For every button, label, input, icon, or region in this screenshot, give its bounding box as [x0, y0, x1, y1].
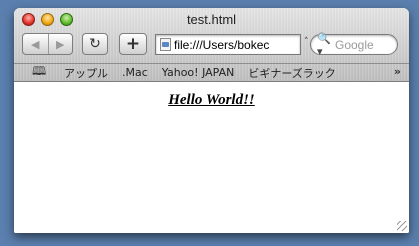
back-button[interactable]: ◀: [23, 34, 48, 54]
reload-icon: ↻: [89, 36, 101, 52]
back-arrow-icon: ◀: [31, 37, 40, 51]
resize-grip-icon[interactable]: [397, 221, 407, 231]
address-bar[interactable]: file:///Users/bokec: [155, 34, 301, 55]
forward-button[interactable]: ▶: [47, 34, 73, 54]
add-bookmark-button[interactable]: +: [119, 33, 147, 55]
bookmark-yahoo-japan[interactable]: Yahoo! JAPAN: [162, 66, 235, 79]
search-icon[interactable]: 🔍▾: [317, 32, 335, 58]
search-input[interactable]: [335, 37, 395, 52]
plus-icon: +: [125, 34, 141, 54]
page-icon: [160, 38, 171, 51]
bookmark-apple[interactable]: アップル: [64, 65, 108, 81]
bookmark-mac[interactable]: .Mac: [122, 66, 148, 79]
address-dropdown-icon[interactable]: ˄: [304, 37, 309, 47]
bookmark-beginners-luck[interactable]: ビギナーズラック: [248, 65, 335, 81]
address-text[interactable]: file:///Users/bokec: [174, 38, 269, 52]
bookmarks-bar: 🕮 アップル .Mac Yahoo! JAPAN ビギナーズラック »: [14, 63, 409, 82]
back-forward-buttons: ◀ ▶: [22, 33, 73, 55]
search-field[interactable]: 🔍▾: [310, 32, 398, 58]
title-bar[interactable]: test.html: [14, 8, 409, 30]
forward-arrow-icon: ▶: [56, 37, 65, 51]
reload-button[interactable]: ↻: [82, 33, 108, 55]
more-bookmarks-icon[interactable]: »: [394, 65, 401, 78]
bookmarks-book-icon[interactable]: 🕮: [32, 62, 50, 83]
window-chrome: test.html ◀ ▶ ↻ + file:///Users/bokec ˄ …: [14, 8, 409, 82]
window-title: test.html: [186, 12, 237, 27]
toolbar: ◀ ▶ ↻ + file:///Users/bokec ˄ 🔍▾: [14, 32, 409, 59]
page-content: Hello World!!: [14, 83, 409, 233]
browser-window: test.html ◀ ▶ ↻ + file:///Users/bokec ˄ …: [14, 8, 409, 233]
page-heading: Hello World!!: [168, 92, 255, 108]
